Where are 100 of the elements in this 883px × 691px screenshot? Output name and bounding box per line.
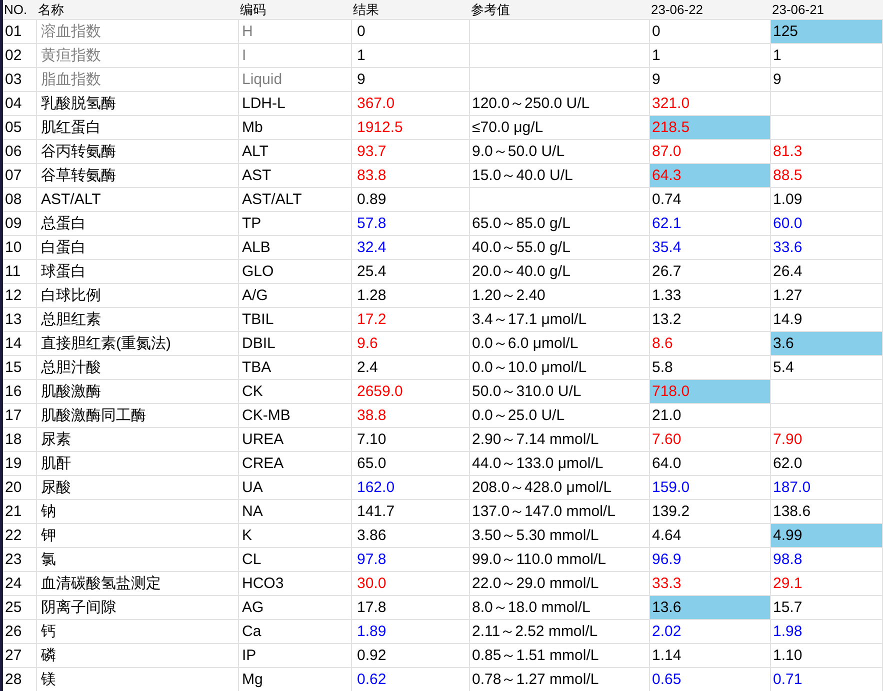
- table-cell: 64.0: [650, 452, 771, 475]
- table-cell: 141.7: [352, 500, 470, 523]
- table-cell: 2.02: [650, 620, 771, 643]
- table-cell: 93.7: [352, 140, 470, 163]
- column-header[interactable]: 23-06-21: [771, 0, 883, 20]
- table-cell: 20.0～40.0 g/L: [470, 260, 650, 283]
- table-cell: 120.0～250.0 U/L: [470, 92, 650, 115]
- table-cell: 1.10: [771, 644, 883, 667]
- table-cell: 1.28: [352, 284, 470, 307]
- table-cell: A/G: [239, 284, 352, 307]
- table-cell: AST/ALT: [239, 188, 352, 211]
- table-cell: 02: [3, 44, 37, 67]
- table-cell: 1: [650, 44, 771, 67]
- table-cell: 24: [3, 572, 37, 595]
- table-cell: CREA: [239, 452, 352, 475]
- table-cell: 1912.5: [352, 116, 470, 139]
- table-cell: 09: [3, 212, 37, 235]
- table-cell: 镁: [37, 668, 239, 691]
- table-cell: 218.5: [650, 116, 771, 139]
- table-cell: 0.0～6.0 μmol/L: [470, 332, 650, 355]
- table-cell: 肌酐: [37, 452, 239, 475]
- table-cell: 氯: [37, 548, 239, 571]
- table-cell: 99.0～110.0 mmol/L: [470, 548, 650, 571]
- table-cell: 3.86: [352, 524, 470, 547]
- table-cell: 直接胆红素(重氮法): [37, 332, 239, 355]
- table-cell: 脂血指数: [37, 68, 239, 91]
- table-cell: UA: [239, 476, 352, 499]
- table-cell: 138.6: [771, 500, 883, 523]
- table-cell: 白蛋白: [37, 236, 239, 259]
- table-cell: 17: [3, 404, 37, 427]
- table-cell: 1.98: [771, 620, 883, 643]
- table-cell: 26.4: [771, 260, 883, 283]
- table-cell: I: [239, 44, 352, 67]
- table-cell: 33.3: [650, 572, 771, 595]
- table-cell: 9.6: [352, 332, 470, 355]
- table-cell: 62.0: [771, 452, 883, 475]
- table-cell: 血清碳酸氢盐测定: [37, 572, 239, 595]
- column-header[interactable]: 编码: [239, 0, 352, 20]
- table-cell: 0.85～1.51 mmol/L: [470, 644, 650, 667]
- table-cell: 0.62: [352, 668, 470, 691]
- table-cell: 2.90～7.14 mmol/L: [470, 428, 650, 451]
- table-cell: 0.0～25.0 U/L: [470, 404, 650, 427]
- table-cell: AST/ALT: [37, 188, 239, 211]
- table-cell: 13.2: [650, 308, 771, 331]
- table-cell: 137.0～147.0 mmol/L: [470, 500, 650, 523]
- table-cell: 7.60: [650, 428, 771, 451]
- table-cell: 20: [3, 476, 37, 499]
- table-cell: 肌酸激酶: [37, 380, 239, 403]
- table-cell: HCO3: [239, 572, 352, 595]
- table-cell: 1.89: [352, 620, 470, 643]
- table-cell: AG: [239, 596, 352, 619]
- column-header[interactable]: 参考值: [470, 0, 650, 20]
- column-header[interactable]: 结果: [352, 0, 470, 20]
- table-cell: 162.0: [352, 476, 470, 499]
- table-cell: 总蛋白: [37, 212, 239, 235]
- table-cell: 19: [3, 452, 37, 475]
- table-cell: 白球比例: [37, 284, 239, 307]
- table-cell: 0.78～1.27 mmol/L: [470, 668, 650, 691]
- table-cell: 总胆红素: [37, 308, 239, 331]
- table-cell: 06: [3, 140, 37, 163]
- table-cell: 5.8: [650, 356, 771, 379]
- table-cell: NA: [239, 500, 352, 523]
- table-cell: 139.2: [650, 500, 771, 523]
- table-cell: 钾: [37, 524, 239, 547]
- table-cell: 23: [3, 548, 37, 571]
- table-cell: 07: [3, 164, 37, 187]
- table-cell: 25.4: [352, 260, 470, 283]
- table-cell: 钙: [37, 620, 239, 643]
- table-cell: 03: [3, 68, 37, 91]
- table-cell: 83.8: [352, 164, 470, 187]
- table-cell: 1: [771, 44, 883, 67]
- table-cell: 12: [3, 284, 37, 307]
- table-cell: 0.92: [352, 644, 470, 667]
- column-header[interactable]: 23-06-22: [650, 0, 771, 20]
- table-cell: 3.4～17.1 μmol/L: [470, 308, 650, 331]
- column-header[interactable]: NO.: [3, 0, 37, 20]
- table-cell: 87.0: [650, 140, 771, 163]
- table-cell: 肌酸激酶同工酶: [37, 404, 239, 427]
- table-cell: 0.71: [771, 668, 883, 691]
- table-cell: 04: [3, 92, 37, 115]
- table-cell: 60.0: [771, 212, 883, 235]
- table-cell: CK-MB: [239, 404, 352, 427]
- table-cell: 65.0: [352, 452, 470, 475]
- table-cell: 26.7: [650, 260, 771, 283]
- table-cell: 15: [3, 356, 37, 379]
- table-cell: 乳酸脱氢酶: [37, 92, 239, 115]
- table-cell: 1: [352, 44, 470, 67]
- table-cell: AST: [239, 164, 352, 187]
- table-cell: 05: [3, 116, 37, 139]
- table-cell: ALT: [239, 140, 352, 163]
- table-cell: 32.4: [352, 236, 470, 259]
- table-cell: 4.99: [771, 524, 883, 547]
- table-cell: 1.27: [771, 284, 883, 307]
- column-header[interactable]: 名称: [37, 0, 239, 20]
- table-cell: 1.20～2.40: [470, 284, 650, 307]
- table-cell: 肌红蛋白: [37, 116, 239, 139]
- table-cell: 13: [3, 308, 37, 331]
- table-cell: 1.09: [771, 188, 883, 211]
- table-cell: 14: [3, 332, 37, 355]
- table-cell: 谷丙转氨酶: [37, 140, 239, 163]
